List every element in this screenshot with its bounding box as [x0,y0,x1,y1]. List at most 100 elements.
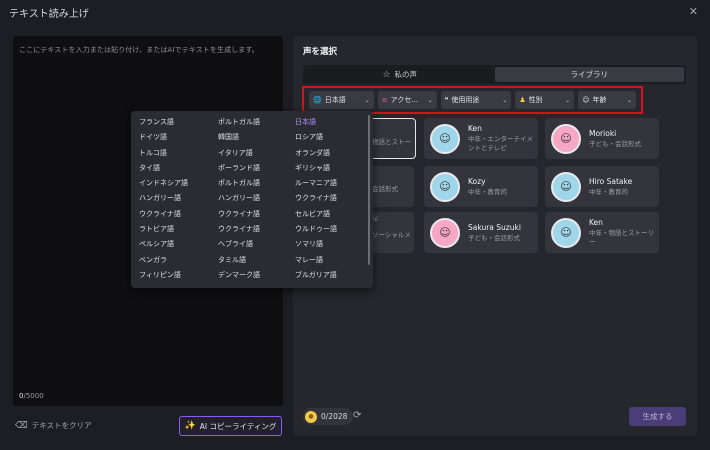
ai-copywriting-button[interactable]: ✨ AI コピーライティング [179,416,282,436]
voice-description: 中年・物語とストーリー [589,229,654,246]
language-option[interactable]: オランダ語 [295,146,337,161]
language-option[interactable]: デンマーク語 [218,268,260,283]
language-option[interactable]: タイ語 [139,161,188,176]
chevron-down-icon: ⌄ [502,96,508,104]
tab-my-voice[interactable]: ☆ 私の声 [305,67,495,82]
language-option[interactable]: ウクライナ語 [295,191,337,206]
voice-card-ken-2[interactable]: ☺ Ken 中年・物語とストーリー [545,212,659,253]
generate-button[interactable]: 生成する [629,407,686,426]
person-icon: ♟ [519,96,526,104]
avatar: ☺ [551,171,581,202]
language-option[interactable]: トルコ語 [139,146,188,161]
voice-card-kozy[interactable]: ☺ Kozy 中年・教育的 [424,166,538,207]
language-option[interactable]: ウルドゥー語 [295,222,337,237]
language-option[interactable]: セルビア語 [295,207,337,222]
language-option[interactable]: ポルトガル語 [218,176,260,191]
language-option[interactable]: ブルガリア語 [295,268,337,283]
voice-description: 子ども・会話形式 [589,139,641,148]
chevron-down-icon: ⌄ [565,96,571,104]
language-option[interactable]: ウクライナ語 [218,222,260,237]
language-option[interactable]: ウクライナ語 [218,207,260,222]
usage-filter[interactable]: ❝ 使用用途 ⌄ [440,91,512,109]
accent-filter-label: アクセ... [390,96,418,104]
usage-filter-label: 使用用途 [451,96,480,104]
language-option[interactable]: 日本語 [295,115,337,130]
accent-filter[interactable]: ≡ アクセ... ⌄ [377,91,437,109]
language-option[interactable]: ウクライナ語 [139,207,188,222]
language-option[interactable]: ソマリ語 [295,237,337,252]
voice-description: 中年・エンターテイメントとテレビ [468,135,533,152]
avatar: ☺ [551,123,581,154]
voice-card-morioki[interactable]: ☺ Morioki 子ども・会話形式 [545,118,659,159]
ai-copywriting-label: AI コピーライティング [199,421,277,431]
voice-name: Sakura Suzuki [468,222,521,232]
gender-filter[interactable]: ♟ 性別 ⌄ [515,91,575,109]
quote-icon: ❝ [444,96,449,104]
language-filter-label: 日本語 [324,96,346,104]
voice-name: Hiro Satake [589,176,633,186]
editor-placeholder: ここにテキストを入力または貼り付け、またはAIでテキストを生成します。 [19,46,259,54]
language-option[interactable]: イタリア語 [218,146,260,161]
clear-text-button[interactable]: ⌫ テキストをクリア [15,420,92,431]
language-option[interactable]: ポルトガル語 [218,115,260,130]
globe-icon: 🌐 [313,96,322,104]
voice-card-partial-desc: 物語とストー [372,138,411,146]
language-option[interactable]: フィリピン語 [139,268,188,283]
credits-counter: ● 0/2028 [303,408,354,425]
credits-value: 0/2028 [321,412,348,421]
face-icon: ☺ [582,96,590,104]
character-count-max: /5000 [23,392,44,400]
voice-description: 子ども・会話形式 [468,233,520,242]
tab-library[interactable]: ライブラリ [494,67,684,82]
language-option[interactable]: ハンガリー語 [218,191,260,206]
language-column-3: 日本語 ロシア語 オランダ語 ギリシャ語 ルーマニア語 ウクライナ語 セルビア語 ウルドゥー語… [295,115,337,283]
language-option[interactable]: ベンガラ [139,253,188,268]
language-option[interactable]: ヘブライ語 [218,237,260,252]
dropdown-scrollbar[interactable] [368,115,370,265]
voice-card-partial-desc: 会話形式 [372,185,398,193]
voice-description: 中年・教育的 [589,187,628,196]
tab-my-voice-label: 私の声 [394,70,418,79]
age-filter[interactable]: ☺ 年齢 ⌄ [578,91,636,109]
language-option[interactable]: 韓国語 [218,130,260,145]
avatar: ☺ [551,217,581,248]
language-option[interactable]: ドイツ語 [139,130,188,145]
character-count: 0/5000 [19,392,44,400]
voice-tabs: ☆ 私の声 ライブラリ [303,65,686,84]
language-option[interactable]: インドネシア語 [139,176,188,191]
magic-wand-icon: ✨ [184,421,196,431]
voice-card-sakura-suzuki[interactable]: ☺ Sakura Suzuki 子ども・会話形式 [424,212,538,253]
language-option[interactable]: ペルシア語 [139,237,188,252]
chevron-down-icon: ⌄ [427,96,433,104]
accent-icon: ≡ [381,96,388,104]
tab-library-label: ライブラリ [570,70,609,79]
star-icon: ☆ [382,69,391,80]
voice-card-ken[interactable]: ☺ Ken 中年・エンターテイメントとテレビ [424,118,538,159]
voice-description: 中年・教育的 [468,187,507,196]
language-filter[interactable]: 🌐 日本語 ⌄ [309,91,374,109]
language-column-1: フランス語 ドイツ語 トルコ語 タイ語 インドネシア語 ハンガリー語 ウクライナ語 ラトビア語… [139,115,188,283]
voice-card-hiro-satake[interactable]: ☺ Hiro Satake 中年・教育的 [545,166,659,207]
eraser-icon: ⌫ [15,420,28,431]
window-title: テキスト読み上げ [9,8,89,20]
language-option[interactable]: タミル語 [218,253,260,268]
language-option[interactable]: ラトビア語 [139,222,188,237]
language-option[interactable]: フランス語 [139,115,188,130]
avatar: ☺ [430,171,460,202]
chevron-down-icon: ⌄ [626,96,632,104]
language-option[interactable]: ギリシャ語 [295,161,337,176]
voice-name: Morioki [589,128,617,138]
language-option[interactable]: ハンガリー語 [139,191,188,206]
voice-panel-heading: 声を選択 [303,47,338,57]
gender-filter-label: 性別 [528,96,543,104]
close-icon[interactable]: ✕ [689,5,698,18]
language-option[interactable]: ポーランド語 [218,161,260,176]
language-option[interactable]: マレー語 [295,253,337,268]
language-option[interactable]: ルーマニア語 [295,176,337,191]
language-column-2: ポルトガル語 韓国語 イタリア語 ポーランド語 ポルトガル語 ハンガリー語 ウクライナ語 ウク… [218,115,260,283]
voice-card-partial-desc: ソーシャルメ [372,231,411,239]
language-option[interactable]: ロシア語 [295,130,337,145]
voice-name: Ken [468,124,482,133]
chevron-down-icon: ⌄ [364,96,370,104]
refresh-icon[interactable]: ⟳ [353,410,361,421]
